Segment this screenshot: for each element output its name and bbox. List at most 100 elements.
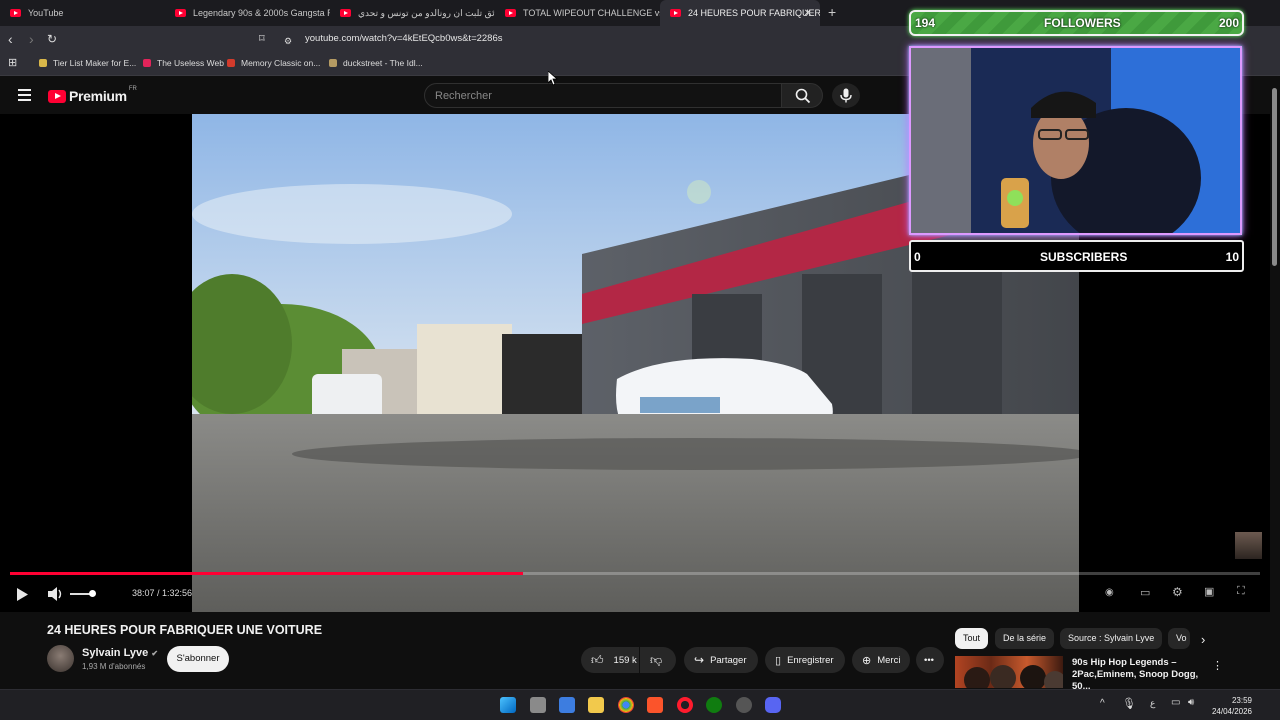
bookmark-label: Memory Classic on... — [241, 58, 321, 68]
tray-microphone-icon[interactable]: 🎙︎ — [1122, 697, 1136, 710]
more-actions-button[interactable]: ••• — [916, 647, 944, 673]
share-label: Partager — [710, 654, 747, 666]
system-clock[interactable]: 23:59 24/04/2026 — [1212, 695, 1252, 717]
play-icon[interactable] — [16, 588, 28, 601]
bookmark-label: The Useless Web — [157, 58, 224, 68]
chip-more[interactable]: Vo — [1168, 628, 1190, 649]
chevron-right-icon[interactable]: › — [1201, 632, 1205, 647]
reload-icon[interactable]: ↻ — [47, 31, 57, 47]
time-display: 38:07 / 1:32:56 — [132, 588, 193, 598]
windows-taskbar: ^ 🎙︎ ع ▭ 🔊︎ 23:59 24/04/2026 — [0, 689, 1280, 720]
clock-date: 24/04/2026 — [1211, 707, 1252, 716]
search-input[interactable]: Rechercher — [424, 83, 782, 108]
channel-avatar[interactable] — [47, 645, 74, 672]
bookmark-label: Tier List Maker for E... — [53, 58, 137, 68]
network-icon[interactable]: ▭ — [1171, 697, 1180, 708]
bookmark-favicon-icon — [143, 59, 151, 67]
youtube-icon — [670, 9, 681, 17]
video-title: 24 HEURES POUR FABRIQUER UNE VOITURE — [47, 623, 323, 637]
channel-name[interactable]: Sylvain Lyve ✔ — [82, 647, 158, 659]
webcam-image — [911, 48, 1240, 233]
tab-gangsta-rap[interactable]: Legendary 90s & 2000s Gangsta Rap — [165, 0, 330, 26]
tab-active-video[interactable]: 24 HEURES POUR FABRIQUER UI ✕ — [660, 0, 820, 26]
followers-goal: 200 — [1218, 16, 1239, 30]
voice-search-button[interactable] — [832, 83, 860, 108]
recommendation-menu-icon[interactable]: ⋮ — [1212, 659, 1223, 672]
bookmark-tier-list[interactable]: Tier List Maker for E... — [39, 58, 136, 68]
volume-icon[interactable] — [48, 587, 64, 601]
microphone-icon — [840, 88, 852, 103]
save-label: Enregistrer — [787, 654, 834, 666]
back-icon[interactable]: ‹ — [8, 31, 13, 47]
speaker-icon[interactable]: 🔊︎ — [1188, 697, 1194, 708]
youtube-premium-logo[interactable]: Premium FR — [48, 86, 137, 104]
file-explorer-icon[interactable] — [588, 697, 604, 713]
volume-slider-handle[interactable] — [89, 590, 96, 597]
channel-watermark[interactable] — [1235, 532, 1262, 559]
subscribe-button[interactable]: S'abonner — [167, 646, 229, 672]
subscribers-goal-bar: 0 SUBSCRIBERS 10 — [909, 240, 1244, 272]
clock-time: 23:59 — [1231, 696, 1252, 705]
new-tab-button[interactable]: + — [828, 4, 836, 20]
subscribers-current: 0 — [914, 250, 921, 264]
tab-ronaldo[interactable]: حقائق تلبت ان رونالدو من تونس و تحدي — [330, 0, 495, 26]
tab-label: TOTAL WIPEOUT CHALLENGE vs MY — [523, 8, 660, 18]
chip-all[interactable]: Tout — [955, 628, 989, 649]
autoplay-toggle-icon[interactable]: ◉ — [1105, 587, 1114, 598]
thanks-button[interactable]: ⊕ Merci — [852, 647, 910, 673]
xbox-icon[interactable] — [706, 697, 722, 713]
miniplayer-icon[interactable]: ▣ — [1204, 585, 1214, 598]
keyboard-language[interactable]: ع — [1150, 698, 1155, 709]
tab-label: YouTube — [28, 8, 64, 18]
thanks-icon: ⊕ — [862, 654, 872, 667]
bookmark-save-icon: ▯ — [775, 654, 782, 667]
logo-text: Premium — [69, 88, 127, 104]
thumbs-up-icon: 👍︎ — [591, 652, 604, 667]
search-button[interactable] — [781, 83, 823, 108]
youtube-icon — [10, 9, 21, 17]
windows-start-icon[interactable] — [500, 697, 516, 713]
show-hidden-icons-chevron-icon[interactable]: ^ — [1100, 698, 1105, 709]
task-view-icon[interactable] — [530, 697, 546, 713]
webcam-overlay — [909, 46, 1242, 235]
bookmark-useless-web[interactable]: The Useless Web — [143, 58, 224, 68]
recommendation-title[interactable]: 90s Hip Hop Legends – 2Pac,Eminem, Snoop… — [1072, 657, 1212, 693]
forward-icon[interactable]: › — [29, 31, 34, 47]
tab-label: Legendary 90s & 2000s Gangsta Rap — [193, 8, 330, 18]
dislike-button[interactable]: 👎︎ — [640, 647, 676, 673]
tab-wipeout[interactable]: TOTAL WIPEOUT CHALLENGE vs MY — [495, 0, 660, 26]
chrome-icon[interactable] — [618, 697, 634, 713]
more-icon: ••• — [924, 654, 934, 666]
bookmark-favicon-icon — [39, 59, 47, 67]
store-icon[interactable] — [559, 697, 575, 713]
obs-icon[interactable] — [736, 697, 752, 713]
share-button[interactable]: ↪ Partager — [684, 647, 758, 673]
bookmark-icon[interactable]: ⌑ — [259, 31, 265, 47]
url-field[interactable]: youtube.com/watch?v=4kEtEQcb0ws&t=2286s — [305, 33, 503, 44]
recommendation-thumbnail[interactable] — [955, 656, 1063, 688]
video-progress-bar[interactable] — [10, 572, 1260, 575]
bookmark-label: duckstreet - The Idl... — [343, 58, 423, 68]
opera-icon[interactable] — [677, 697, 693, 713]
site-info-icon[interactable]: ⚙ — [284, 33, 292, 49]
brave-browser-icon[interactable] — [647, 697, 663, 713]
menu-icon[interactable] — [18, 89, 31, 104]
subtitles-icon[interactable]: ▭ — [1140, 586, 1150, 599]
like-button[interactable]: 👍︎ 159 k — [581, 647, 639, 673]
discord-icon[interactable] — [765, 697, 781, 713]
page-scrollbar[interactable] — [1270, 76, 1280, 689]
chip-source[interactable]: Source : Sylvain Lyve — [1060, 628, 1163, 649]
tab-youtube[interactable]: YouTube — [0, 0, 165, 26]
settings-gear-icon[interactable]: ⚙ — [1172, 585, 1183, 599]
save-button[interactable]: ▯ Enregistrer — [765, 647, 845, 673]
close-tab-icon[interactable]: ✕ — [804, 8, 812, 19]
apps-grid-icon[interactable]: ⊞ — [8, 56, 17, 69]
bookmark-favicon-icon — [227, 59, 235, 67]
fullscreen-icon[interactable]: ⛶ — [1237, 585, 1245, 598]
bookmark-memory-classic[interactable]: Memory Classic on... — [227, 58, 320, 68]
chip-series[interactable]: De la série — [995, 628, 1055, 649]
followers-label: FOLLOWERS — [1044, 16, 1121, 30]
scrollbar-thumb[interactable] — [1272, 88, 1277, 266]
bookmark-duckstreet[interactable]: duckstreet - The Idl... — [329, 58, 423, 68]
like-count: 159 k — [613, 654, 637, 666]
